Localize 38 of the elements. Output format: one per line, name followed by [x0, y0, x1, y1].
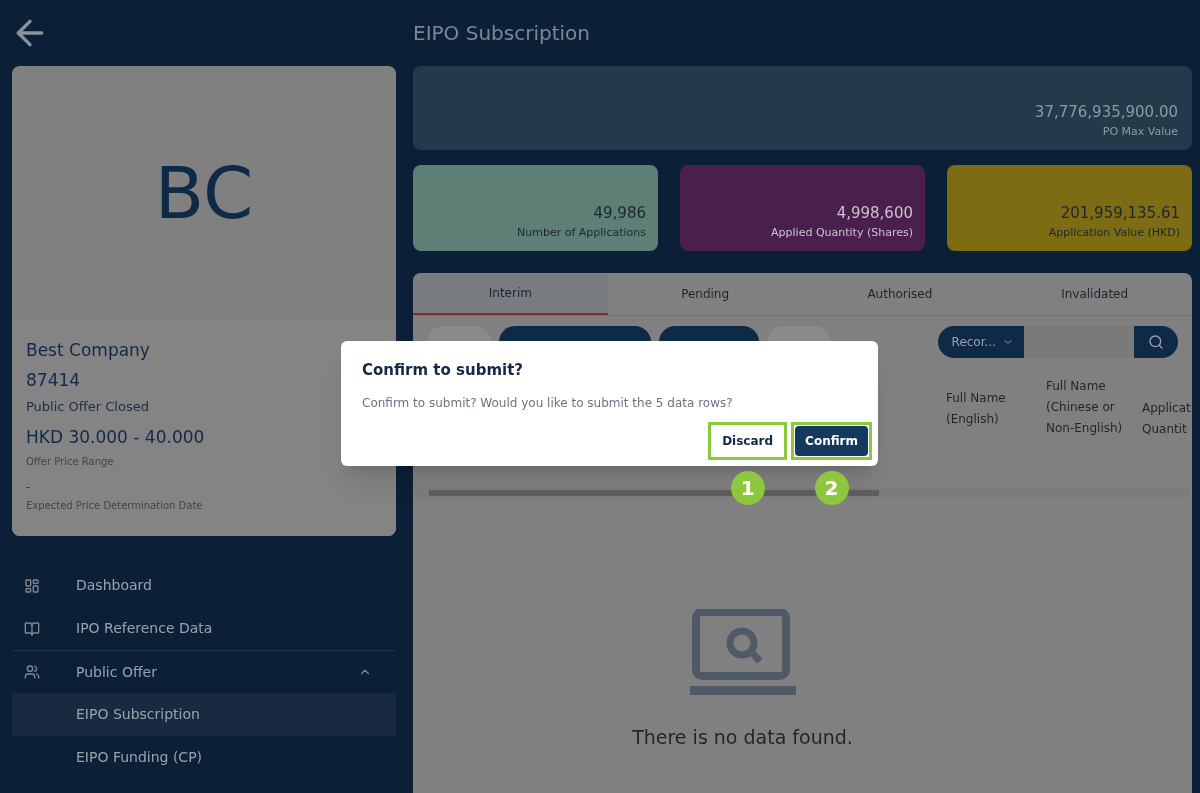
stat-value: 201,959,135.61 — [1060, 203, 1180, 224]
determination-date: - — [26, 479, 31, 495]
filter-dropdown[interactable]: Recor... — [937, 326, 1024, 358]
search-button[interactable] — [1134, 326, 1178, 358]
stat-label: Application Value (HKD) — [1048, 224, 1180, 241]
tab[interactable]: Interim — [413, 273, 608, 315]
book-icon — [24, 620, 40, 637]
column-header: Full Name (English) — [945, 390, 1007, 428]
laptop-search-icon — [689, 609, 796, 696]
sidebar-subitem[interactable]: EIPO Funding (CP) — [12, 736, 396, 779]
max-value: 37,776,935,900.00 — [1034, 102, 1178, 123]
sidebar-subitem[interactable]: EIPO Subscription — [12, 693, 396, 736]
stat-value: 4,998,600 — [836, 203, 913, 224]
search-icon — [1148, 334, 1164, 350]
dashboard-icon — [24, 577, 40, 594]
confirm-button[interactable]: Confirm — [795, 425, 868, 456]
sidebar-item[interactable]: IPO Reference Data — [12, 607, 396, 650]
max-value-label: PO Max Value — [1102, 123, 1178, 140]
tab[interactable]: Authorised — [802, 273, 998, 315]
people-icon — [24, 664, 40, 680]
sidebar-item[interactable]: Dashboard — [12, 564, 396, 607]
search-field[interactable] — [1024, 326, 1134, 358]
empty-message: There is no data found. — [632, 725, 853, 751]
column-header: Applicat Quantit — [1141, 400, 1192, 438]
tab[interactable]: Invalidated — [997, 273, 1192, 315]
stat-value: 49,986 — [593, 203, 646, 224]
column-header: Full Name (Chinese or Non-English) — [1045, 378, 1124, 437]
price-range: HKD 30.000 - 40.000 — [26, 425, 206, 449]
company-name: Best Company — [26, 339, 151, 362]
page-title: EIPO Subscription — [413, 20, 590, 47]
stat-label: Applied Quantity (Shares) — [771, 224, 913, 241]
determination-date-label: Expected Price Determination Date — [26, 498, 204, 513]
stat-label: Number of Applications — [517, 224, 646, 241]
company-initials: BC — [154, 150, 254, 237]
dialog-title: Confirm to submit? — [362, 360, 525, 381]
price-range-label: Offer Price Range — [26, 455, 115, 469]
tab[interactable]: Pending — [607, 273, 803, 315]
dialog-message: Confirm to submit? Would you like to submit the 5 data rows? — [362, 394, 734, 412]
